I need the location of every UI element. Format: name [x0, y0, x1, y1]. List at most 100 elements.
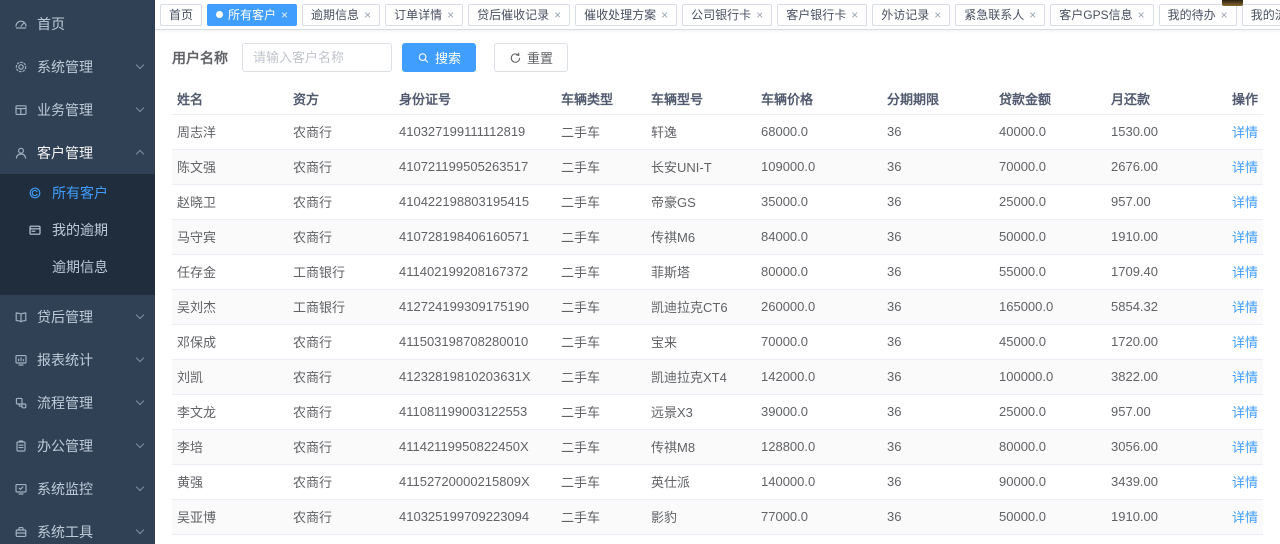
detail-link[interactable]: 详情 — [1232, 300, 1258, 315]
table-cell-actions: 详情 — [1226, 219, 1263, 254]
reset-button[interactable]: 重置 — [494, 43, 568, 72]
table-cell: 农商行 — [288, 324, 394, 359]
monitor-icon — [14, 482, 28, 496]
detail-link[interactable]: 详情 — [1232, 370, 1258, 385]
sidebar-item-5[interactable]: 报表统计 — [0, 338, 155, 381]
detail-link[interactable]: 详情 — [1232, 265, 1258, 280]
table-cell: 36 — [882, 499, 994, 534]
sidebar-subitem-label: 所有客户 — [52, 183, 108, 203]
app-root: 首页系统管理业务管理客户管理所有客户我的逾期逾期信息贷后管理报表统计流程管理办公… — [0, 0, 1280, 544]
search-input[interactable] — [242, 43, 392, 72]
chevron-down-icon — [136, 440, 144, 448]
column-header: 操作 — [1226, 84, 1263, 114]
table-cell: 传祺M8 — [646, 429, 756, 464]
sidebar-item-label: 贷后管理 — [37, 307, 137, 327]
tab-0[interactable]: 首页 — [160, 4, 202, 26]
sidebar-item-7[interactable]: 办公管理 — [0, 424, 155, 467]
sidebar-item-label: 系统管理 — [37, 57, 137, 77]
table-cell-actions: 详情 — [1226, 499, 1263, 534]
tab-8[interactable]: 外访记录× — [872, 4, 950, 26]
sidebar-subitem-label: 逾期信息 — [52, 257, 108, 277]
table-cell: 128800.0 — [756, 429, 882, 464]
search-button[interactable]: 搜索 — [402, 43, 476, 72]
table-row: 赵晓卫农商行410422198803195415二手车帝豪GS35000.036… — [172, 184, 1263, 219]
close-icon[interactable]: × — [851, 9, 858, 21]
close-icon[interactable]: × — [554, 9, 561, 21]
tab-1[interactable]: 所有客户× — [207, 4, 297, 26]
tab-7[interactable]: 客户银行卡× — [777, 4, 867, 26]
table-cell: 36 — [882, 254, 994, 289]
table-cell: 宝来 — [646, 324, 756, 359]
table-cell: 36 — [882, 289, 994, 324]
close-icon[interactable]: × — [364, 9, 371, 21]
close-icon[interactable]: × — [1138, 9, 1145, 21]
search-field-label: 用户名称 — [172, 48, 228, 68]
table-cell: 二手车 — [556, 219, 646, 254]
close-icon[interactable]: × — [661, 9, 668, 21]
detail-link[interactable]: 详情 — [1232, 475, 1258, 490]
table-cell-actions: 详情 — [1226, 324, 1263, 359]
tab-3[interactable]: 订单详情× — [385, 4, 463, 26]
detail-link[interactable]: 详情 — [1232, 195, 1258, 210]
sidebar-item-label: 系统监控 — [37, 479, 137, 499]
table-cell: 36 — [882, 149, 994, 184]
column-header: 资方 — [288, 84, 394, 114]
tab-4[interactable]: 贷后催收记录× — [468, 4, 570, 26]
table-cell: 65000.0 — [994, 534, 1106, 544]
table-cell: 70000.0 — [994, 149, 1106, 184]
table-cell-actions: 详情 — [1226, 534, 1263, 544]
table-cell: 410327199111112819 — [394, 114, 556, 149]
sidebar-subitem-0[interactable]: 所有客户 — [0, 174, 155, 211]
chevron-down-icon — [136, 311, 144, 319]
table-cell: 3822.00 — [1106, 359, 1226, 394]
sidebar-item-3[interactable]: 客户管理 — [0, 131, 155, 174]
table-row: 王银灿工商银行411325199210124575二手车凯美瑞98000.036… — [172, 534, 1263, 544]
sidebar-subitem-1[interactable]: 我的逾期 — [0, 211, 155, 248]
table-cell: 25000.0 — [994, 394, 1106, 429]
close-icon[interactable]: × — [756, 9, 763, 21]
table-cell: 36 — [882, 114, 994, 149]
close-icon[interactable]: × — [1029, 9, 1036, 21]
close-icon[interactable]: × — [934, 9, 941, 21]
table-cell: 1709.40 — [1106, 254, 1226, 289]
close-icon[interactable]: × — [1221, 9, 1228, 21]
close-icon[interactable]: × — [447, 9, 454, 21]
sidebar-item-2[interactable]: 业务管理 — [0, 88, 155, 131]
table-cell: 凯迪拉克CT6 — [646, 289, 756, 324]
detail-link[interactable]: 详情 — [1232, 510, 1258, 525]
detail-link[interactable]: 详情 — [1232, 230, 1258, 245]
sidebar-item-4[interactable]: 贷后管理 — [0, 295, 155, 338]
detail-link[interactable]: 详情 — [1232, 440, 1258, 455]
table-header-row: 姓名资方身份证号车辆类型车辆型号车辆价格分期期限贷款金额月还款操作 — [172, 84, 1263, 114]
sidebar-item-1[interactable]: 系统管理 — [0, 45, 155, 88]
table-cell: 39000.0 — [756, 394, 882, 429]
sidebar-item-label: 办公管理 — [37, 436, 137, 456]
tab-6[interactable]: 公司银行卡× — [682, 4, 772, 26]
table-body: 周志洋农商行410327199111112819二手车轩逸68000.03640… — [172, 114, 1263, 544]
sidebar-item-9[interactable]: 系统工具 — [0, 510, 155, 544]
table-cell: 36 — [882, 464, 994, 499]
tab-2[interactable]: 逾期信息 × — [302, 4, 380, 26]
sidebar-item-0[interactable]: 首页 — [0, 2, 155, 45]
sidebar-item-label: 业务管理 — [37, 100, 137, 120]
table-cell: 远景X3 — [646, 394, 756, 429]
detail-link[interactable]: 详情 — [1232, 160, 1258, 175]
sidebar-item-6[interactable]: 流程管理 — [0, 381, 155, 424]
tab-9[interactable]: 紧急联系人× — [955, 4, 1045, 26]
detail-link[interactable]: 详情 — [1232, 405, 1258, 420]
sidebar-subitem-2[interactable]: 逾期信息 — [0, 248, 155, 285]
tab-5[interactable]: 催收处理方案× — [575, 4, 677, 26]
table-cell: 英仕派 — [646, 464, 756, 499]
tab-label: 逾期信息 — [311, 6, 359, 23]
table-cell: 142000.0 — [756, 359, 882, 394]
avatar[interactable] — [1222, 0, 1243, 6]
detail-link[interactable]: 详情 — [1232, 125, 1258, 140]
close-icon[interactable]: × — [281, 9, 288, 21]
tab-11[interactable]: 我的待办× — [1159, 4, 1237, 26]
table-cell-actions: 详情 — [1226, 254, 1263, 289]
tab-12[interactable]: 我的流程× — [1242, 4, 1280, 26]
column-header: 月还款 — [1106, 84, 1226, 114]
tab-10[interactable]: 客户GPS信息× — [1050, 4, 1153, 26]
sidebar-item-8[interactable]: 系统监控 — [0, 467, 155, 510]
detail-link[interactable]: 详情 — [1232, 335, 1258, 350]
